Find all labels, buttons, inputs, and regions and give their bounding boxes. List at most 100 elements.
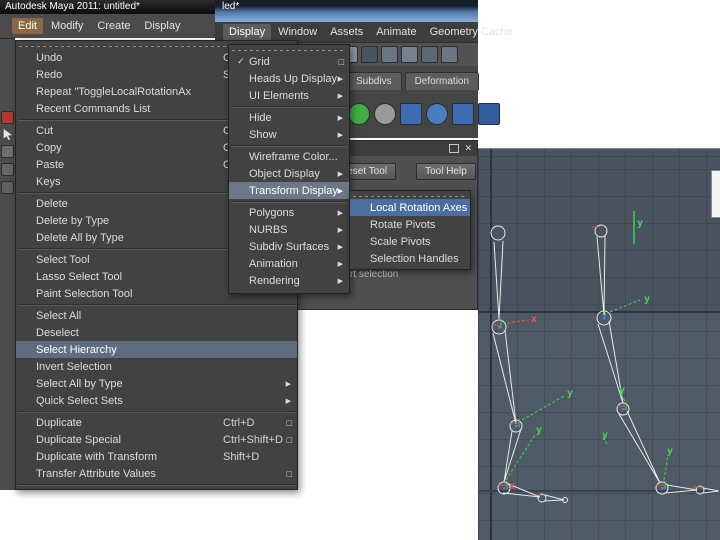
option-box-icon[interactable]: □ bbox=[287, 469, 292, 479]
menu-item[interactable]: ✓ Wireframe Color... □ ▶ bbox=[229, 148, 349, 165]
menu-item[interactable]: ✓ Selection Handles □ ▶ bbox=[350, 250, 470, 267]
menu-item[interactable]: ✓ Select All by Type □ ▶ bbox=[16, 375, 297, 392]
menu-item-label: Wireframe Color... bbox=[249, 151, 338, 163]
menu-item[interactable]: ✓ Rendering □ ▶ bbox=[229, 272, 349, 289]
menu-item[interactable]: ✓ Object Display □ ▶ bbox=[229, 165, 349, 182]
primitive-icon[interactable] bbox=[426, 103, 448, 125]
toolbar-button[interactable] bbox=[401, 46, 418, 63]
menu-item-label: Animation bbox=[249, 258, 298, 270]
menu-item-label: Lasso Select Tool bbox=[36, 271, 122, 283]
primitive-icon[interactable] bbox=[452, 103, 474, 125]
menu-item-label: Object Display bbox=[249, 168, 320, 180]
shelf-tab[interactable]: Subdivs bbox=[346, 72, 402, 90]
submenu-arrow-icon: ▶ bbox=[338, 277, 343, 285]
axis-label: x bbox=[531, 315, 537, 325]
menu-item-label: Transform Display bbox=[249, 185, 338, 197]
menu-item-label: Quick Select Sets bbox=[36, 395, 123, 407]
menu-item[interactable]: ✓ NURBS □ ▶ bbox=[229, 221, 349, 238]
menu-item[interactable]: ✓ Subdiv Surfaces □ ▶ bbox=[229, 238, 349, 255]
menu-item[interactable]: ✓ Quick Select Sets □ ▶ bbox=[16, 392, 297, 409]
front-window-title-bar[interactable]: led* bbox=[215, 0, 478, 22]
option-box-icon[interactable]: □ bbox=[287, 418, 292, 428]
menu-item-label: Duplicate Special bbox=[36, 434, 121, 446]
option-box-icon[interactable]: □ bbox=[339, 57, 344, 67]
menu-item-label: Keys bbox=[36, 176, 60, 188]
menu-item[interactable]: ✓ Select All □ ▶ bbox=[16, 307, 297, 324]
menu-item[interactable]: ✓ Animation □ ▶ bbox=[229, 255, 349, 272]
sphere-primitive-icon[interactable] bbox=[348, 103, 370, 125]
menu-bar-item[interactable]: Display bbox=[223, 24, 271, 40]
menu-item[interactable]: ✓ Heads Up Display □ ▶ bbox=[229, 70, 349, 87]
shelf-tab[interactable]: Deformation bbox=[405, 72, 479, 90]
toolbar-button[interactable] bbox=[381, 46, 398, 63]
cursor-icon[interactable] bbox=[2, 129, 13, 140]
submenu-arrow-icon: ▶ bbox=[338, 243, 343, 251]
menu-item[interactable]: ✓ Rotate Pivots □ ▶ bbox=[350, 216, 470, 233]
menu-item[interactable]: ✓ Hide □ ▶ bbox=[229, 109, 349, 126]
menu-bar-item[interactable]: Animate bbox=[370, 24, 422, 40]
menu-item[interactable]: ✓ Scale Pivots □ ▶ bbox=[350, 233, 470, 250]
menu-item[interactable]: ✓ Invert Selection □ ▶ bbox=[16, 358, 297, 375]
menu-item[interactable]: ✓ Duplicate with Transform Shift+D □ ▶ bbox=[16, 448, 297, 465]
menu-item-label: Group bbox=[36, 490, 67, 491]
menu-item-label: Paint Selection Tool bbox=[36, 288, 132, 300]
menu-item[interactable]: ✓ Deselect □ ▶ bbox=[16, 324, 297, 341]
window-title-bar[interactable]: Autodesk Maya 2011: untitled* bbox=[0, 0, 215, 14]
menu-item-label: Delete by Type bbox=[36, 215, 109, 227]
menu-item-label: Cut bbox=[36, 125, 53, 137]
menu-bar-item[interactable]: Assets bbox=[324, 24, 369, 40]
menu-item[interactable]: ✓ Polygons □ ▶ bbox=[229, 204, 349, 221]
tool-help-button[interactable]: Tool Help bbox=[416, 163, 476, 180]
menu-item[interactable]: ✓ UI Elements □ ▶ bbox=[229, 87, 349, 104]
front-window-title-fragment: led* bbox=[222, 1, 239, 12]
menu-bar-item-label: Assets bbox=[330, 26, 363, 38]
menu-item-shortcut: Ctrl+D bbox=[223, 417, 254, 429]
menu-item-label: UI Elements bbox=[249, 90, 309, 102]
toolbar-button[interactable] bbox=[361, 46, 378, 63]
toolbar-button[interactable] bbox=[421, 46, 438, 63]
menu-bar-item-label: Edit bbox=[18, 20, 37, 32]
menu-item-label: Selection Handles bbox=[370, 253, 459, 265]
panel-edge-fragment bbox=[711, 170, 720, 218]
menu-bar-item[interactable]: Create bbox=[91, 18, 136, 34]
skeleton-wireframe bbox=[479, 149, 720, 540]
menu-item[interactable]: ✓ Duplicate Special Ctrl+Shift+D □ ▶ bbox=[16, 431, 297, 448]
tool-icon[interactable] bbox=[1, 145, 14, 158]
viewport-panel[interactable]: yyxyyyyyx bbox=[478, 148, 720, 540]
submenu-arrow-icon: ▶ bbox=[338, 209, 343, 217]
menu-item-label: Select All by Type bbox=[36, 378, 123, 390]
menu-item[interactable]: ✓ Transform Display □ ▶ bbox=[229, 182, 349, 199]
menu-bar-item[interactable]: Modify bbox=[45, 18, 89, 34]
primitive-icon[interactable] bbox=[400, 103, 422, 125]
menu-bar-item[interactable]: Display bbox=[138, 18, 186, 34]
tool-icon[interactable] bbox=[1, 163, 14, 176]
menu-item[interactable]: ✓ Show □ ▶ bbox=[229, 126, 349, 143]
menu-item-label: Rotate Pivots bbox=[370, 219, 435, 231]
window-title: Autodesk Maya 2011: untitled* bbox=[5, 1, 140, 12]
select-tool-icon[interactable] bbox=[1, 111, 14, 124]
submenu-arrow-icon: ▶ bbox=[286, 397, 291, 405]
menu-item[interactable]: ✓ Group Ctrl+G □ ▶ bbox=[16, 487, 297, 490]
menu-item[interactable]: ✓ Grid □ ▶ bbox=[229, 53, 349, 70]
option-box-icon[interactable]: □ bbox=[287, 435, 292, 445]
tool-icon[interactable] bbox=[1, 181, 14, 194]
menu-bar-item[interactable]: Window bbox=[272, 24, 323, 40]
sphere-primitive-icon[interactable] bbox=[374, 103, 396, 125]
menu-item[interactable]: ✓ Duplicate Ctrl+D □ ▶ bbox=[16, 414, 297, 431]
menu-item-label: Heads Up Display bbox=[249, 73, 337, 85]
menu-bar-item[interactable]: Edit bbox=[12, 18, 43, 34]
menu-item[interactable]: ✓ Select Hierarchy □ ▶ bbox=[16, 341, 297, 358]
menu-item-label: Delete All by Type bbox=[36, 232, 124, 244]
restore-icon[interactable] bbox=[449, 144, 459, 153]
menu-bar-item-label: Display bbox=[144, 20, 180, 32]
close-icon[interactable]: ✕ bbox=[464, 144, 472, 153]
primitive-icon[interactable] bbox=[478, 103, 500, 125]
menu-item-label: Subdiv Surfaces bbox=[249, 241, 329, 253]
menu-item-label: Grid bbox=[249, 56, 270, 68]
menu-item-shortcut: Ctrl+G bbox=[223, 490, 255, 491]
menu-item[interactable]: ✓ Local Rotation Axes □ ▶ bbox=[350, 199, 470, 216]
toolbar-button[interactable] bbox=[441, 46, 458, 63]
toolbox-column bbox=[0, 38, 15, 490]
menu-bar-item[interactable]: Geometry Cache bbox=[424, 24, 519, 40]
menu-item[interactable]: ✓ Transfer Attribute Values □ ▶ bbox=[16, 465, 297, 482]
